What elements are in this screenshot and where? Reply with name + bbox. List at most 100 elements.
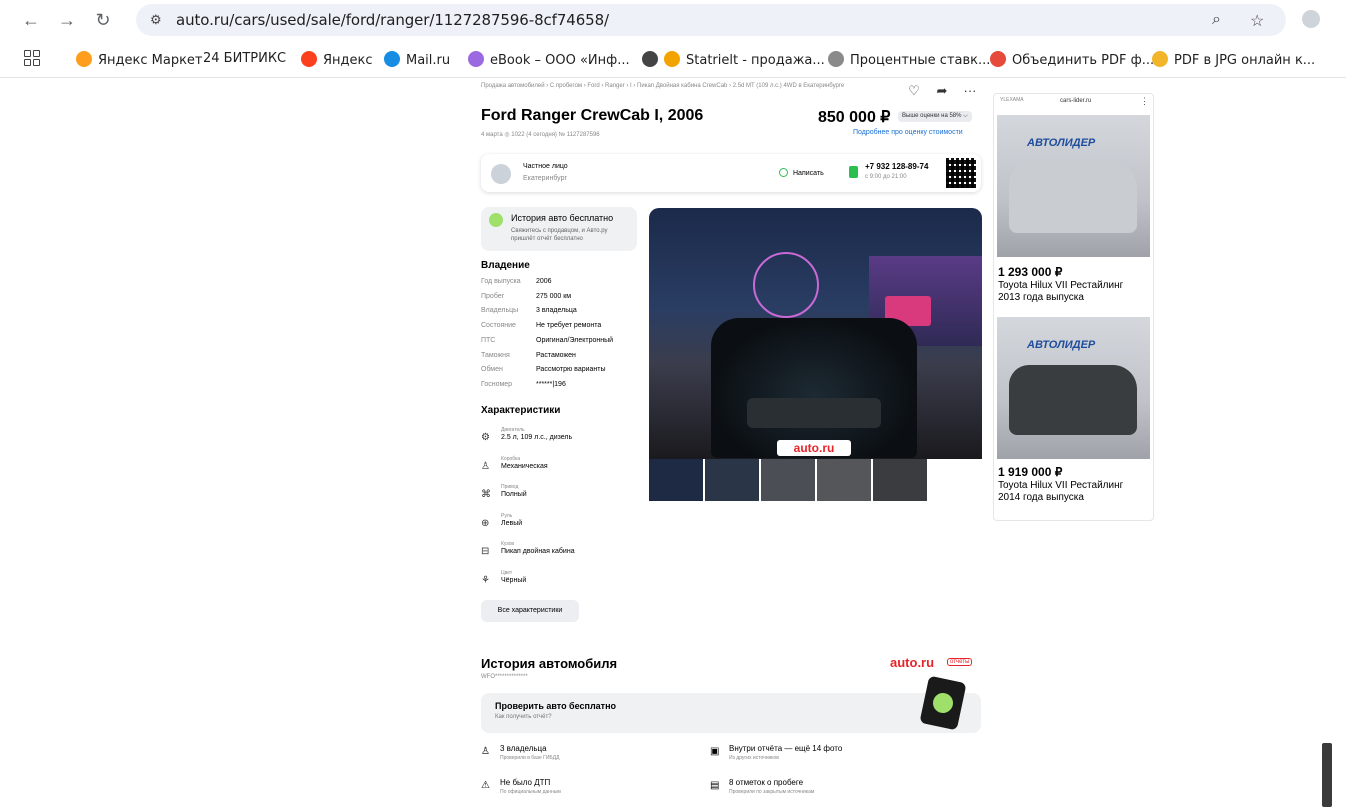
- favorite-heart-icon[interactable]: ♡: [902, 80, 926, 102]
- body-icon: ⊟: [481, 546, 490, 558]
- more-menu-icon[interactable]: ···: [958, 80, 982, 102]
- phone-number[interactable]: +7 932 128-89-74: [865, 162, 928, 171]
- bookmark-pdf-jpg[interactable]: PDF в JPG онлайн к...: [1152, 51, 1315, 68]
- bookmark-rates[interactable]: Процентные ставк...: [828, 51, 990, 68]
- history-free-title: История авто бесплатно: [511, 213, 614, 223]
- ownership-key: Таможня: [481, 351, 510, 359]
- address-bar[interactable]: ⚙ auto.ru/cars/used/sale/ford/ranger/112…: [136, 4, 1286, 36]
- ad-car-name[interactable]: Toyota Hilux VII Рестайлинг 2014 года вы…: [998, 480, 1148, 504]
- back-icon[interactable]: ←: [20, 9, 42, 31]
- ad-menu-icon[interactable]: ⋮: [1140, 96, 1149, 107]
- ownership-key: Владельцы: [481, 307, 519, 315]
- ownership-value: 2006: [536, 278, 552, 285]
- ad-car-name[interactable]: Toyota Hilux VII Рестайлинг 2013 года вы…: [998, 280, 1148, 304]
- ad-block[interactable]: YLEXAMA cars-lider.ru ⋮ АВТОЛИДЕР 1 293 …: [993, 93, 1154, 521]
- ownership-key: Обмен: [481, 366, 503, 374]
- all-characteristics-button[interactable]: Все характеристики: [481, 600, 579, 622]
- ad-logo: АВТОЛИДЕР: [1027, 339, 1096, 351]
- price-estimate-link[interactable]: Подробнее про оценку стоимости: [853, 129, 963, 136]
- price-rating-badge[interactable]: Выше оценки на 58% ⌵: [898, 111, 972, 122]
- characteristic-value: Левый: [501, 519, 523, 527]
- history-item-title: 8 отметок о пробеге: [729, 778, 804, 787]
- page-title: Ford Ranger CrewCab I, 2006: [481, 107, 704, 124]
- bookmark-bitrix[interactable]: 24 БИТРИКС: [203, 51, 286, 66]
- apps-grid-icon[interactable]: [24, 50, 40, 66]
- thumbnail[interactable]: [649, 459, 703, 501]
- ad-label: YLEXAMA: [1000, 97, 1024, 103]
- thumbnail[interactable]: [761, 459, 815, 501]
- main-photo[interactable]: auto.ru: [649, 208, 982, 459]
- bookmark-label: Яндекс Маркет: [98, 53, 203, 68]
- profile-icon[interactable]: [1302, 10, 1320, 28]
- price: 850 000 ₽: [818, 109, 891, 126]
- thumbnail[interactable]: [705, 459, 759, 501]
- url-text: auto.ru/cars/used/sale/ford/ranger/11272…: [176, 11, 610, 29]
- ownership-key: Пробег: [481, 292, 505, 300]
- gearbox-icon: ♙: [481, 460, 490, 472]
- qr-code-icon[interactable]: [946, 158, 976, 188]
- thumbnail[interactable]: [817, 459, 871, 501]
- bookmark-merge-pdf[interactable]: Объединить PDF ф...: [990, 51, 1154, 68]
- zoom-icon[interactable]: ⌕: [1212, 11, 1221, 29]
- history-item-sub: По официальным данным: [500, 789, 561, 795]
- ownership-heading: Владение: [481, 260, 530, 271]
- bookmark-label: 24 БИТРИКС: [203, 51, 287, 66]
- characteristic-caption: Цвет: [501, 570, 513, 576]
- ad-image[interactable]: АВТОЛИДЕР: [997, 115, 1150, 257]
- mailru-icon: [384, 51, 400, 67]
- check-subtitle[interactable]: Как получить отчёт?: [495, 714, 552, 720]
- ad-image[interactable]: АВТОЛИДЕР: [997, 317, 1150, 459]
- history-free-card[interactable]: История авто бесплатно Свяжитесь с прода…: [481, 207, 637, 251]
- listing-meta: 4 марта ◎ 1022 (4 сегодня) № 1127287596: [481, 132, 600, 138]
- history-item-sub: Проверили по закрытым источникам: [729, 789, 815, 795]
- bookmark-mailru[interactable]: Mail.ru: [384, 51, 450, 68]
- history-item-sub: Проверили в базе ГИБДД: [500, 755, 560, 761]
- bookmark-label: Яндекс: [323, 53, 373, 68]
- characteristic-caption: Привод: [501, 484, 519, 491]
- characteristic-caption: Кузов: [501, 541, 515, 548]
- check-title: Проверить авто бесплатно: [495, 701, 617, 711]
- history-item-sub: Из других источников: [729, 755, 779, 761]
- ad-car: [1009, 163, 1137, 233]
- scrollbar[interactable]: [1322, 743, 1332, 807]
- site-info-icon[interactable]: ⚙: [150, 12, 162, 28]
- listing-page: Продажа автомобилей › С пробегом › Ford …: [0, 79, 1346, 807]
- ownership-value: ******|196: [536, 380, 566, 388]
- photo-thumbnails: [649, 459, 982, 501]
- bookmark-ebook[interactable]: eBook – ООО «Инф...: [468, 51, 630, 68]
- ownership-key: Состояние: [481, 322, 516, 330]
- phone-hours: с 9:00 до 21:00: [865, 174, 907, 180]
- ownership-value: 3 владельца: [536, 307, 577, 315]
- heart-pdf-icon: [990, 51, 1006, 67]
- site-icon: [642, 51, 658, 67]
- ownership-value: Растаможен: [536, 351, 576, 359]
- reload-icon[interactable]: ↻: [92, 9, 114, 31]
- bookmark-statrielt[interactable]: Statrielt - продажа...: [664, 51, 825, 68]
- phone-check-icon: [919, 675, 967, 731]
- write-label: Написать: [793, 170, 824, 177]
- ad-domain[interactable]: cars-lider.ru: [1060, 98, 1091, 104]
- thumbnail[interactable]: [873, 459, 927, 501]
- ad-price: 1 919 000 ₽: [998, 465, 1063, 479]
- rates-icon: [828, 51, 844, 67]
- ad-logo: АВТОЛИДЕР: [1027, 137, 1096, 149]
- characteristic-value: 2.5 л, 109 л.с., дизель: [501, 434, 573, 441]
- bookmark-unnamed[interactable]: [642, 51, 664, 68]
- bookmark-yandex-market[interactable]: Яндекс Маркет: [76, 51, 203, 68]
- write-message-button[interactable]: Написать: [779, 168, 824, 177]
- share-icon[interactable]: ➦: [930, 80, 954, 102]
- breadcrumb[interactable]: Продажа автомобилей › С пробегом › Ford …: [481, 82, 901, 91]
- history-item-title: 3 владельца: [500, 744, 547, 753]
- crash-icon: ⚠: [481, 780, 490, 791]
- check-icon: [489, 213, 503, 227]
- ownership-key: ПТС: [481, 336, 496, 344]
- bookmark-yandex[interactable]: Яндекс: [301, 51, 373, 68]
- bookmark-label: Statrielt - продажа...: [686, 53, 825, 68]
- forward-icon[interactable]: →: [56, 9, 78, 31]
- check-free-card[interactable]: Проверить авто бесплатно Как получить от…: [481, 675, 981, 733]
- history-item-title: Не было ДТП: [500, 778, 551, 787]
- ebook-icon: [468, 51, 484, 67]
- bookmark-star-icon[interactable]: ☆: [1250, 11, 1264, 31]
- avatar: [491, 164, 511, 184]
- bookmark-label: Mail.ru: [406, 53, 451, 68]
